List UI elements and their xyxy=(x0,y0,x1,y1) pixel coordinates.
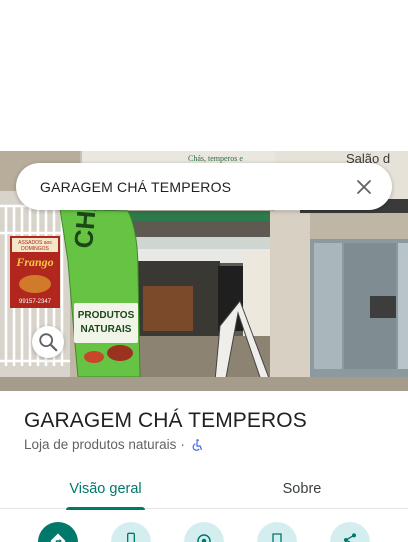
separator-dot: · xyxy=(180,437,185,452)
search-button[interactable] xyxy=(32,326,64,358)
close-icon xyxy=(357,179,371,194)
save-icon xyxy=(272,533,282,542)
call-button[interactable] xyxy=(111,522,151,542)
svg-text:99157-2347: 99157-2347 xyxy=(19,299,52,305)
place-category: Loja de produtos naturais xyxy=(24,437,177,452)
phone-icon xyxy=(127,532,135,542)
svg-text:Frango: Frango xyxy=(15,255,53,269)
svg-text:NATURAIS: NATURAIS xyxy=(81,324,132,335)
share-button[interactable] xyxy=(330,522,370,542)
share-icon xyxy=(344,533,356,542)
search-icon xyxy=(39,333,58,352)
directions-icon xyxy=(50,533,66,542)
svg-text:PRODUTOS: PRODUTOS xyxy=(78,310,135,321)
save-button[interactable] xyxy=(257,522,297,542)
clear-search-button[interactable] xyxy=(348,171,380,203)
maps-place-view: Chás, temperos e Salão d 1275 ASSADOS ao… xyxy=(0,0,408,542)
place-subtitle: Loja de produtos naturais · xyxy=(24,437,204,452)
nearby-button[interactable] xyxy=(184,522,224,542)
tab-overview[interactable]: Visão geral xyxy=(58,468,153,510)
directions-button[interactable] xyxy=(38,522,78,542)
place-title: GARAGEM CHÁ TEMPEROS xyxy=(24,409,307,432)
svg-text:DOMINGOS: DOMINGOS xyxy=(21,246,49,252)
wheelchair-icon xyxy=(191,438,204,452)
search-input[interactable]: GARAGEM CHÁ TEMPEROS xyxy=(16,179,348,195)
tab-about[interactable]: Sobre xyxy=(262,468,342,509)
shop-sign-text: Chás, temperos e xyxy=(188,154,243,163)
search-bar[interactable]: GARAGEM CHÁ TEMPEROS xyxy=(16,163,392,358)
place-tabs: Visão geral Sobre xyxy=(0,468,408,510)
location-icon xyxy=(197,534,211,542)
